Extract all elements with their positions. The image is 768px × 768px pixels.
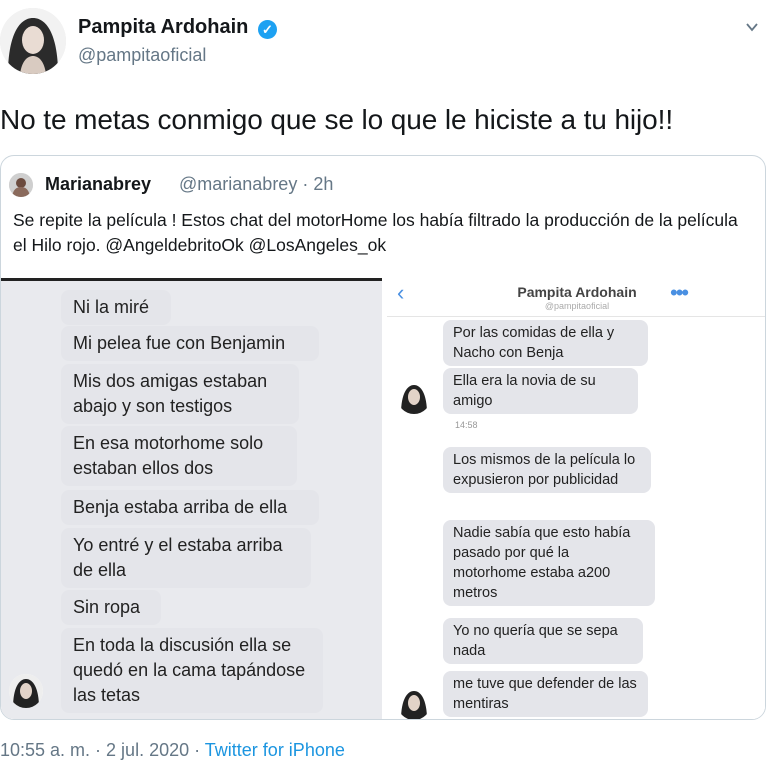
chat-bubble: Por las comidas de ella y Nacho con Benj… — [443, 320, 648, 366]
quoted-tweet[interactable]: Marianabrey @marianabrey · 2h Se repite … — [0, 155, 766, 720]
chat-screenshot-left: Ni la miré Mi pelea fue con Benjamin Mis… — [1, 278, 382, 719]
quote-text: Se repite la película ! Estos chat del m… — [13, 210, 738, 255]
chat-contact-handle: @pampitaoficial — [544, 301, 610, 311]
chat-bubble: Yo entré y el estaba arriba de ella — [61, 528, 311, 588]
chat-avatar — [397, 686, 431, 719]
more-dots-icon: ••• — [670, 280, 689, 305]
chat-bubble: Mis dos amigas estaban abajo y son testi… — [61, 364, 299, 424]
chat-timestamp: 14:58 — [455, 420, 478, 430]
chat-bubble: me tuve que defender de las mentiras — [443, 671, 648, 717]
tweet-timestamp[interactable]: 10:55 a. m. · 2 jul. 2020 · — [0, 740, 205, 760]
chat-bubble: En esa motorhome solo estaban ellos dos — [61, 426, 297, 486]
chat-bubble: En toda la discusión ella se quedó en la… — [61, 628, 323, 713]
chat-bubble: Sin ropa — [61, 590, 161, 625]
chat-bubble: Benja estaba arriba de ella — [61, 490, 319, 525]
verified-badge-icon: ✓ — [258, 20, 277, 39]
quote-author-handle[interactable]: @marianabrey · 2h — [179, 174, 333, 195]
author-handle[interactable]: @pampitaoficial — [78, 45, 206, 66]
chat-screenshot-right: ‹ Pampita Ardohain @pampitaoficial ••• P… — [387, 276, 765, 719]
tweet-source[interactable]: Twitter for iPhone — [205, 740, 345, 760]
chevron-down-icon[interactable] — [745, 20, 759, 34]
tweet-text: No te metas conmigo que se lo que le hic… — [0, 104, 674, 135]
chat-contact-name: Pampita Ardohain — [517, 284, 637, 300]
chat-bubble: Los mismos de la película lo expusieron … — [443, 447, 651, 493]
chat-bubble: Mi pelea fue con Benjamin — [61, 326, 319, 361]
chat-bubble: Yo no quería que se sepa nada — [443, 618, 643, 664]
divider — [1, 278, 382, 281]
tweet-footer: 10:55 a. m. · 2 jul. 2020 · Twitter for … — [0, 740, 345, 761]
profile-photo — [0, 8, 66, 74]
chat-bubble: Ella era la novia de su amigo — [443, 368, 638, 414]
author-avatar[interactable] — [0, 8, 66, 74]
quote-image[interactable]: Ni la miré Mi pelea fue con Benjamin Mis… — [1, 276, 765, 719]
divider — [387, 316, 765, 317]
chat-bubble: Nadie sabía que esto había pasado por qu… — [443, 520, 655, 606]
chat-avatar — [397, 380, 431, 414]
chat-avatar — [9, 674, 43, 708]
chat-bubble: Ni la miré — [61, 290, 171, 325]
quote-author-name[interactable]: Marianabrey — [45, 174, 151, 195]
author-name[interactable]: Pampita Ardohain — [78, 16, 248, 39]
quote-avatar[interactable] — [9, 173, 33, 197]
